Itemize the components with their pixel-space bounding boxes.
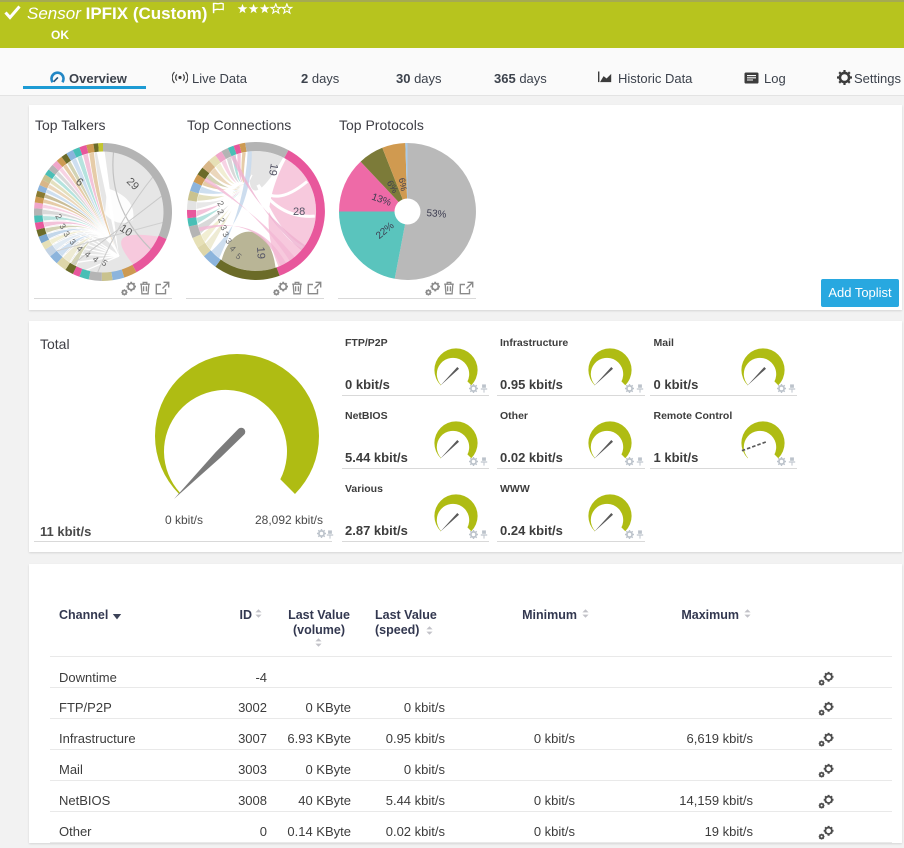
svg-text:19: 19 bbox=[254, 246, 267, 259]
svg-text:28: 28 bbox=[293, 206, 305, 218]
svg-text:19: 19 bbox=[266, 162, 280, 176]
svg-text:53%: 53% bbox=[426, 208, 447, 221]
